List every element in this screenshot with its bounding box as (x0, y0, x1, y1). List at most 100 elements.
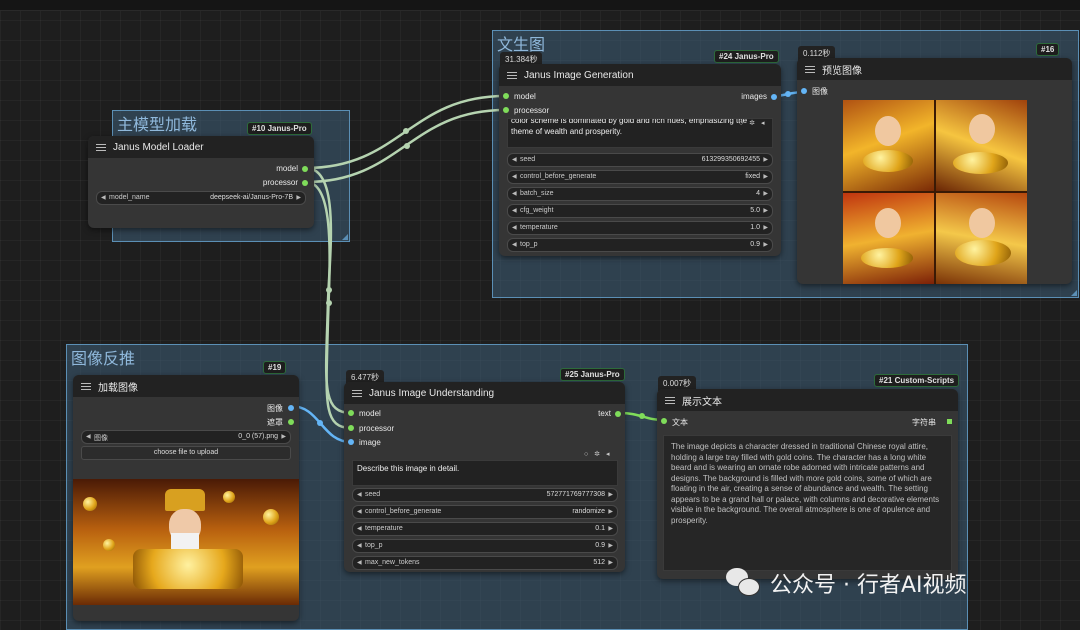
group-title: 图像反推 (71, 351, 136, 368)
max-new-tokens-widget[interactable]: ◀ max_new_tokens 512 ▶ (352, 556, 618, 570)
menu-icon[interactable] (81, 382, 91, 390)
control-before-generate-widget[interactable]: ◀ control_before_generate randomize ▶ (352, 505, 618, 519)
input-processor-label: processor (514, 106, 550, 115)
input-processor-port[interactable] (503, 107, 509, 113)
increment-arrow-icon[interactable]: ▶ (608, 542, 613, 549)
control-before-generate-widget[interactable]: ◀ control_before_generate fixed ▶ (507, 170, 773, 184)
preview-image-node[interactable]: 预览图像 图像 (797, 58, 1072, 284)
input-image-label: 图像 (812, 87, 828, 96)
output-string-label: 字符串 (912, 418, 936, 427)
output-image-label: 图像 (267, 404, 283, 413)
janus-image-understanding-node[interactable]: Janus Image Understanding model processo… (344, 382, 625, 572)
temperature-widget[interactable]: ◀ temperature 0.1 ▶ (352, 522, 618, 536)
loaded-image-preview[interactable] (73, 479, 299, 605)
node-id-tag: #10 Janus-Pro (247, 122, 312, 135)
input-text-port[interactable] (661, 418, 667, 424)
node-title: Janus Image Generation (524, 69, 634, 81)
textarea-tool-icons[interactable]: ○ ✲ ◂ (739, 119, 767, 127)
prompt-textarea[interactable]: color scheme is dominated by gold and ri… (507, 118, 773, 148)
output-mask-label: 遮罩 (267, 418, 283, 427)
increment-arrow-icon[interactable]: ▶ (763, 241, 768, 248)
decrement-arrow-icon[interactable]: ◀ (101, 194, 106, 201)
output-image-port[interactable] (288, 405, 294, 411)
show-text-node[interactable]: 展示文本 文本 字符串 The image depicts a characte… (657, 389, 958, 579)
node-title: Janus Image Understanding (369, 387, 495, 399)
node-title: 预览图像 (822, 65, 862, 77)
cfg-weight-widget[interactable]: ◀ cfg_weight 5.0 ▶ (507, 204, 773, 218)
increment-arrow-icon[interactable]: ▶ (763, 156, 768, 163)
output-images-label: images (741, 92, 767, 101)
decrement-arrow-icon[interactable]: ◀ (512, 173, 517, 180)
increment-arrow-icon[interactable]: ▶ (296, 194, 301, 201)
output-processor-port[interactable] (302, 180, 308, 186)
decrement-arrow-icon[interactable]: ◀ (86, 433, 91, 440)
group-title: 主模型加载 (117, 117, 198, 134)
increment-arrow-icon[interactable]: ▶ (763, 207, 768, 214)
input-processor-port[interactable] (348, 425, 354, 431)
node-title: 展示文本 (682, 396, 722, 408)
node-id-tag: #25 Janus-Pro (560, 368, 625, 381)
output-model-label: model (276, 164, 298, 173)
decrement-arrow-icon[interactable]: ◀ (357, 491, 362, 498)
decrement-arrow-icon[interactable]: ◀ (512, 241, 517, 248)
janus-model-loader-node[interactable]: Janus Model Loader model processor ◀ mod… (88, 136, 314, 228)
menu-icon[interactable] (665, 396, 675, 404)
model-name-combo[interactable]: ◀ model_name deepseek-ai/Janus-Pro-7B ▶ (96, 191, 306, 205)
decrement-arrow-icon[interactable]: ◀ (512, 207, 517, 214)
decrement-arrow-icon[interactable]: ◀ (357, 508, 362, 515)
output-string-port[interactable] (947, 419, 952, 424)
image-file-combo[interactable]: ◀ 图像 0_0 (57).png ▶ (81, 430, 291, 444)
seed-widget[interactable]: ◀ seed 613299350692455 ▶ (507, 153, 773, 167)
input-model-label: model (359, 409, 381, 418)
increment-arrow-icon[interactable]: ▶ (608, 508, 613, 515)
menu-icon[interactable] (805, 65, 815, 73)
decrement-arrow-icon[interactable]: ◀ (512, 224, 517, 231)
decrement-arrow-icon[interactable]: ◀ (357, 559, 362, 566)
menu-icon[interactable] (507, 71, 517, 79)
input-model-port[interactable] (503, 93, 509, 99)
output-text-port[interactable] (615, 411, 621, 417)
increment-arrow-icon[interactable]: ▶ (763, 190, 768, 197)
seed-widget[interactable]: ◀ seed 572771769777308 ▶ (352, 488, 618, 502)
node-id-tag: #21 Custom-Scripts (874, 374, 960, 387)
input-text-label: 文本 (672, 418, 688, 427)
input-image-port[interactable] (348, 439, 354, 445)
output-mask-port[interactable] (288, 419, 294, 425)
top-toolbar (0, 0, 1080, 11)
increment-arrow-icon[interactable]: ▶ (608, 559, 613, 566)
load-image-node[interactable]: 加载图像 图像 遮罩 ◀ 图像 0_0 (57).png ▶ choose fi… (73, 375, 299, 621)
output-model-port[interactable] (302, 166, 308, 172)
input-image-port[interactable] (801, 88, 807, 94)
top-p-widget[interactable]: ◀ top_p 0.9 ▶ (352, 539, 618, 553)
increment-arrow-icon[interactable]: ▶ (608, 525, 613, 532)
batch-size-widget[interactable]: ◀ batch_size 4 ▶ (507, 187, 773, 201)
janus-image-generation-node[interactable]: Janus Image Generation model processor i… (499, 64, 781, 256)
output-text-area[interactable]: The image depicts a character dressed in… (663, 435, 952, 571)
resize-handle[interactable] (342, 234, 348, 240)
node-id-tag: #19 (263, 361, 287, 374)
temperature-widget[interactable]: ◀ temperature 1.0 ▶ (507, 221, 773, 235)
increment-arrow-icon[interactable]: ▶ (763, 224, 768, 231)
output-text-label: text (598, 409, 611, 418)
increment-arrow-icon[interactable]: ▶ (763, 173, 768, 180)
decrement-arrow-icon[interactable]: ◀ (512, 156, 517, 163)
output-images-port[interactable] (771, 94, 777, 100)
resize-handle[interactable] (1071, 290, 1077, 296)
menu-icon[interactable] (352, 389, 362, 397)
output-processor-label: processor (262, 178, 298, 187)
node-id-tag: #16 (1036, 43, 1060, 56)
increment-arrow-icon[interactable]: ▶ (281, 433, 286, 440)
question-textarea[interactable]: Describe this image in detail. (352, 460, 618, 486)
increment-arrow-icon[interactable]: ▶ (608, 491, 613, 498)
upload-button[interactable]: choose file to upload (81, 446, 291, 460)
decrement-arrow-icon[interactable]: ◀ (357, 525, 362, 532)
node-id-tag: #24 Janus-Pro (714, 50, 779, 63)
top-p-widget[interactable]: ◀ top_p 0.9 ▶ (507, 238, 773, 252)
textarea-tool-icons[interactable]: ○ ✲ ◂ (584, 450, 612, 458)
decrement-arrow-icon[interactable]: ◀ (357, 542, 362, 549)
menu-icon[interactable] (96, 143, 106, 151)
input-model-port[interactable] (348, 410, 354, 416)
decrement-arrow-icon[interactable]: ◀ (512, 190, 517, 197)
preview-image-grid[interactable] (843, 100, 1027, 284)
input-image-label: image (359, 438, 381, 447)
